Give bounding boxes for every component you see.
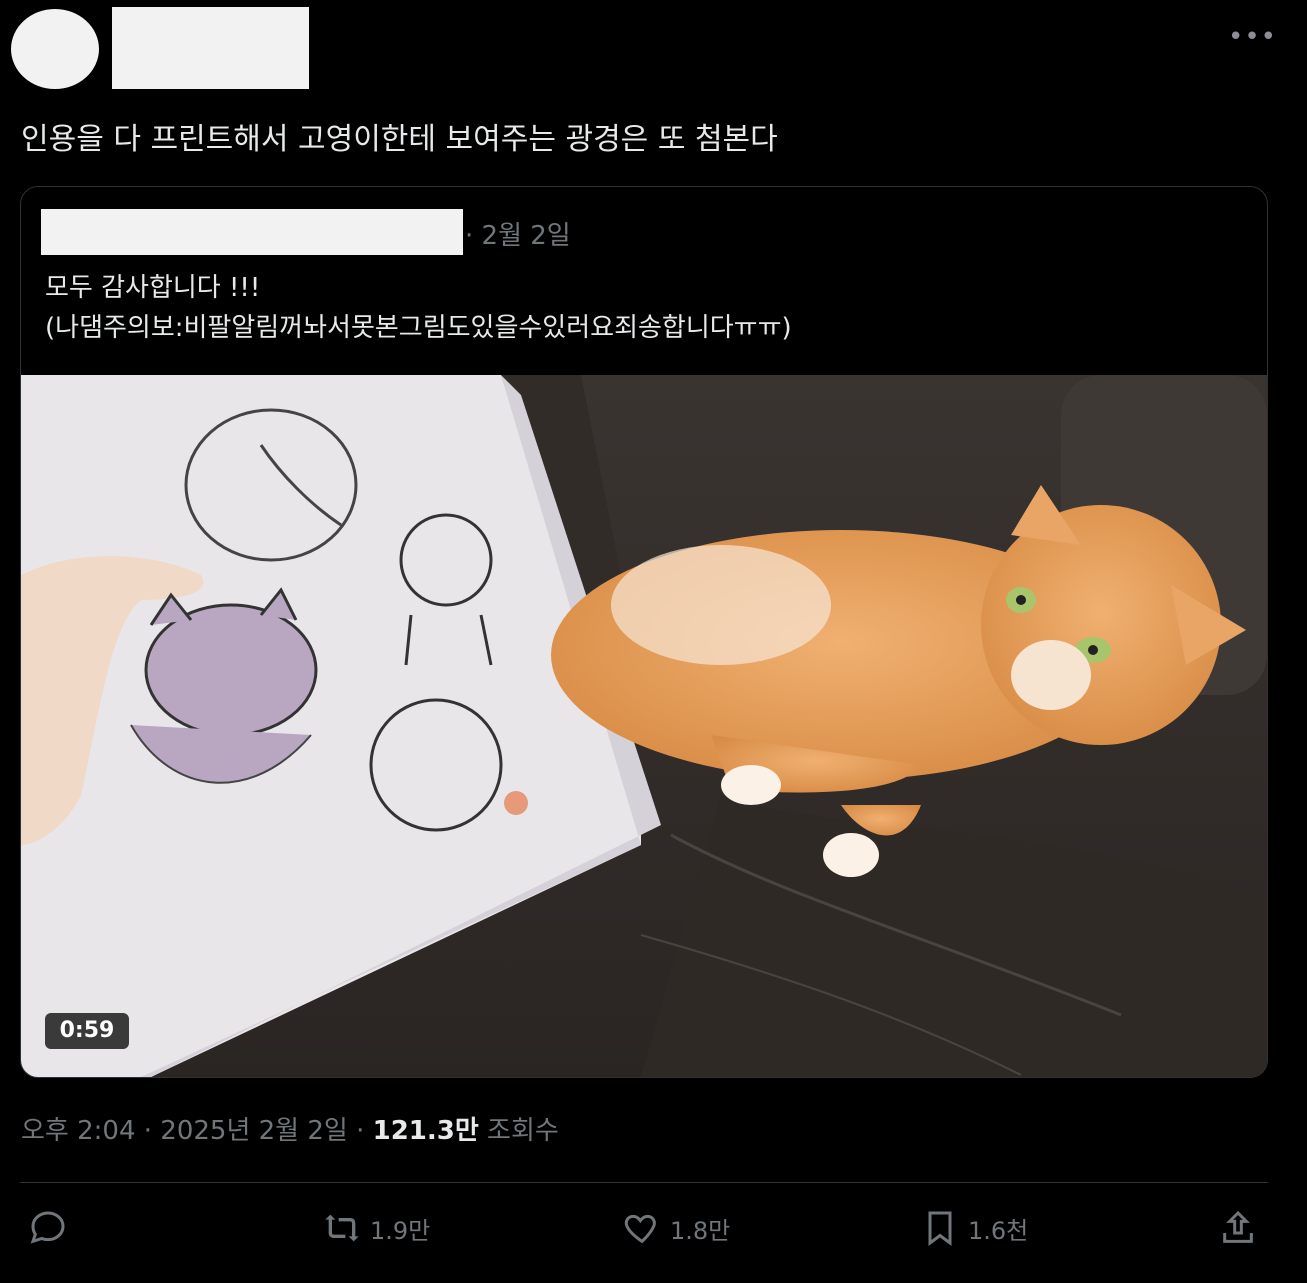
quoted-tweet[interactable]: · 2월 2일 모두 감사합니다 !!! (나댐주의보:비팔알림꺼놔서못본그림도… (20, 186, 1268, 1078)
divider (20, 1182, 1268, 1183)
reply-button[interactable] (28, 1206, 68, 1250)
quoted-date[interactable]: · 2월 2일 (465, 215, 571, 252)
share-button[interactable] (1218, 1206, 1258, 1250)
avatar-redacted[interactable] (11, 9, 99, 89)
share-icon (1223, 1210, 1253, 1243)
tweet-text: 인용을 다 프린트해서 고영이한테 보여주는 광경은 또 첨본다 (21, 122, 778, 157)
cat-photo-illustration (21, 375, 1267, 1077)
retweet-count: 1.9만 (370, 1216, 431, 1245)
retweet-button[interactable]: 1.9만 (322, 1206, 430, 1250)
reply-icon (30, 1211, 65, 1244)
views-count: 121.3만 (372, 1116, 479, 1146)
like-button[interactable]: 1.8만 (622, 1206, 730, 1250)
video-thumbnail[interactable]: 0:59 (21, 375, 1267, 1077)
bookmark-count: 1.6천 (968, 1216, 1029, 1245)
heart-icon (624, 1214, 656, 1244)
quoted-text-line1: 모두 감사합니다 !!! (45, 273, 261, 303)
like-count: 1.8만 (670, 1216, 731, 1245)
bookmark-button[interactable]: 1.6천 (920, 1206, 1028, 1250)
tweet-time-date[interactable]: 오후 2:04 · 2025년 2월 2일 · (21, 1116, 373, 1146)
retweet-icon (325, 1214, 359, 1242)
video-duration: 0:59 (45, 1013, 129, 1049)
views-label: 조회수 (478, 1116, 559, 1146)
quoted-text-line2: (나댐주의보:비팔알림꺼놔서못본그림도있을수있러요죄송합니다ㅠㅠ) (45, 313, 792, 343)
more-horizontal-icon[interactable]: ••• (1228, 22, 1277, 52)
bookmark-icon (928, 1211, 952, 1246)
quoted-author-redacted[interactable] (41, 209, 463, 255)
author-name-redacted[interactable] (112, 7, 309, 89)
tweet-metadata: 오후 2:04 · 2025년 2월 2일 · 121.3만 조회수 (21, 1110, 559, 1147)
